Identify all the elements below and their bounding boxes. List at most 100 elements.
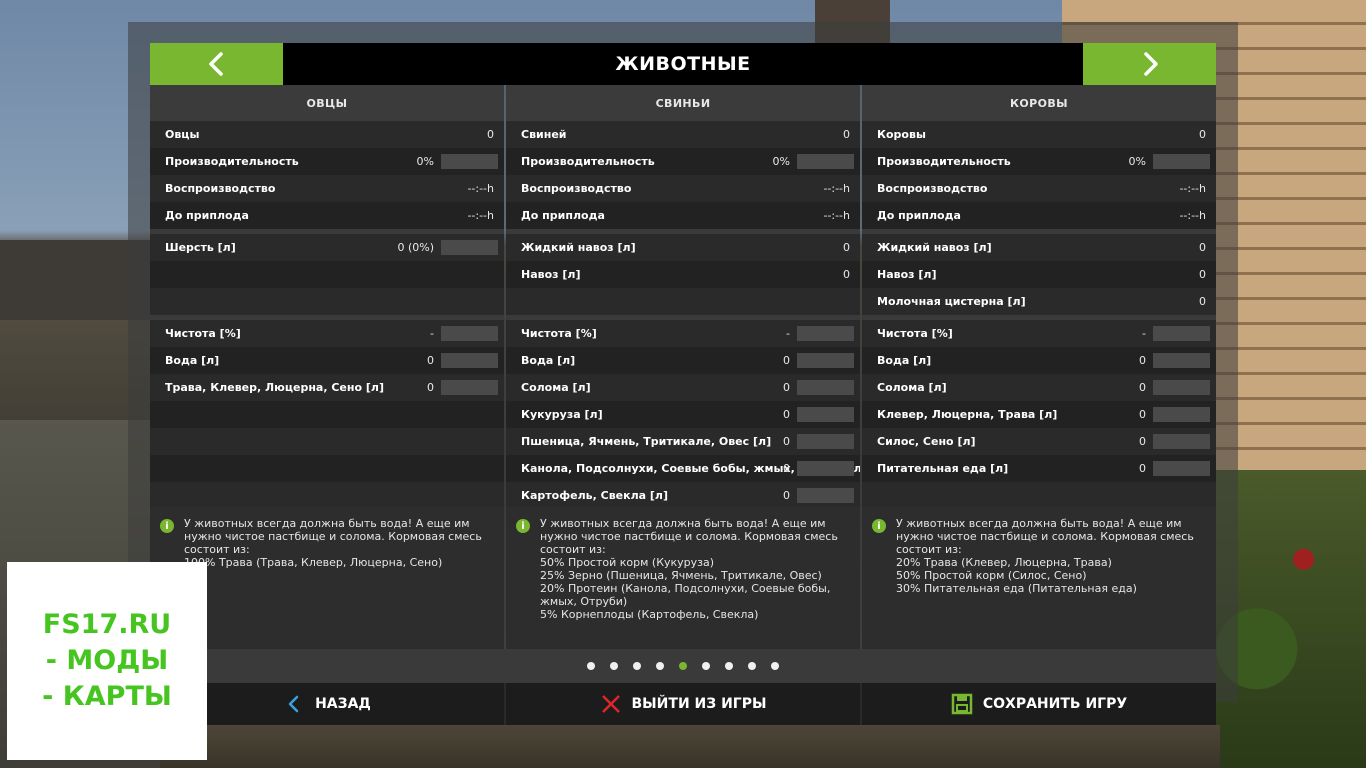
stat-label: Жидкий навоз [л] (877, 241, 992, 254)
stat-label: Жидкий навоз [л] (521, 241, 636, 254)
stat-row: Жидкий навоз [л] 0 (862, 234, 1216, 261)
stat-value: 0 (0%) (397, 241, 434, 254)
stat-row: Вода [л] 0 (506, 347, 860, 374)
stat-value: 0 (843, 268, 850, 281)
stat-label: Навоз [л] (877, 268, 937, 281)
stat-value: - (786, 327, 790, 340)
level-bar (1153, 407, 1210, 422)
column-header: КОРОВЫ (862, 85, 1216, 121)
level-bar (797, 326, 854, 341)
stat-row: Картофель, Свекла [л] 0 (506, 482, 860, 509)
level-bar (1153, 154, 1210, 169)
stat-value: 0 (1139, 354, 1146, 367)
save-icon (951, 693, 973, 715)
page-dot-active[interactable] (679, 662, 687, 670)
level-bar (441, 326, 498, 341)
stat-row: До приплода --:--h (506, 202, 860, 229)
page-dot[interactable] (771, 662, 779, 670)
stat-value: 0 (783, 408, 790, 421)
stat-row (150, 455, 504, 482)
level-bar (797, 488, 854, 503)
stat-row (150, 482, 504, 509)
stats-section: Чистота [%] - Вода [л] 0 Солома [л] 0 Клевер, … (862, 320, 1216, 509)
level-bar (441, 380, 498, 395)
page-title: ЖИВОТНЫЕ (615, 53, 751, 75)
stat-row: Солома [л] 0 (862, 374, 1216, 401)
stat-value: --:--h (1179, 209, 1206, 222)
feed-info-box: i У животных всегда должна быть вода! А е… (862, 507, 1216, 663)
stat-row: Солома [л] 0 (506, 374, 860, 401)
stat-value: 0 (1139, 462, 1146, 475)
stat-value: 0 (783, 354, 790, 367)
info-icon: i (160, 519, 174, 533)
page-dot[interactable] (702, 662, 710, 670)
watermark-line: - КАРТЫ (42, 681, 172, 712)
stat-row: Вода [л] 0 (150, 347, 504, 374)
level-bar (797, 461, 854, 476)
stat-row: Производительность 0% (150, 148, 504, 175)
stat-value: - (1142, 327, 1146, 340)
stat-value: 0 (487, 128, 494, 141)
stat-value: 0 (843, 128, 850, 141)
stat-label: Овцы (165, 128, 200, 141)
stat-value: 0 (1199, 268, 1206, 281)
level-bar (441, 240, 498, 255)
animal-column: СВИНЬИ Свиней 0 Производительность 0% Воспрои… (506, 85, 860, 663)
stat-row: Жидкий навоз [л] 0 (506, 234, 860, 261)
stat-label: Коровы (877, 128, 926, 141)
chevron-left-icon (208, 52, 223, 76)
page-dot[interactable] (748, 662, 756, 670)
save-game-label: СОХРАНИТЬ ИГРУ (982, 696, 1128, 712)
animal-columns: ОВЦЫ Овцы 0 Производительность 0% Воспроизвод… (150, 85, 1216, 663)
level-bar (1153, 326, 1210, 341)
stat-row: Шерсть [л] 0 (0%) (150, 234, 504, 261)
feed-info-box: i У животных всегда должна быть вода! А е… (506, 507, 860, 663)
stat-row: Питательная еда [л] 0 (862, 455, 1216, 482)
stat-label: Воспроизводство (521, 182, 632, 195)
stat-row: Вода [л] 0 (862, 347, 1216, 374)
stat-value: --:--h (823, 209, 850, 222)
feed-info-text: У животных всегда должна быть вода! А ещ… (184, 517, 482, 569)
stat-value: 0% (416, 155, 434, 168)
stat-value: --:--h (467, 209, 494, 222)
stats-section: Жидкий навоз [л] 0 Навоз [л] 0 (506, 234, 860, 315)
stats-section: Свиней 0 Производительность 0% Воспроизводст… (506, 121, 860, 229)
feed-info-text: У животных всегда должна быть вода! А ещ… (540, 517, 838, 621)
stat-label: Воспроизводство (165, 182, 276, 195)
stat-row: До приплода --:--h (150, 202, 504, 229)
back-button-label: НАЗАД (315, 696, 371, 712)
stat-label: До приплода (877, 209, 961, 222)
page-dot[interactable] (587, 662, 595, 670)
stat-value: 0 (1199, 241, 1206, 254)
watermark-line: - МОДЫ (45, 645, 169, 676)
page-dot[interactable] (610, 662, 618, 670)
level-bar (797, 353, 854, 368)
save-game-button[interactable]: СОХРАНИТЬ ИГРУ (862, 683, 1216, 725)
stat-row: Воспроизводство --:--h (506, 175, 860, 202)
stats-section: Овцы 0 Производительность 0% Воспроизводство… (150, 121, 504, 229)
stats-section: Шерсть [л] 0 (0%) (150, 234, 504, 315)
column-header: СВИНЬИ (506, 85, 860, 121)
stat-value: --:--h (1179, 182, 1206, 195)
stat-row: Трава, Клевер, Люцерна, Сено [л] 0 (150, 374, 504, 401)
stat-row: Производительность 0% (862, 148, 1216, 175)
stat-label: До приплода (165, 209, 249, 222)
stat-row: Пшеница, Ячмень, Тритикале, Овес [л] 0 (506, 428, 860, 455)
stat-row (150, 401, 504, 428)
stat-value: 0% (772, 155, 790, 168)
stat-value: 0 (427, 354, 434, 367)
level-bar (797, 407, 854, 422)
next-page-button[interactable] (1083, 43, 1216, 85)
stat-row (862, 482, 1216, 509)
stat-value: 0 (1139, 408, 1146, 421)
stat-value: --:--h (467, 182, 494, 195)
exit-game-button[interactable]: ВЫЙТИ ИЗ ИГРЫ (506, 683, 862, 725)
page-dot[interactable] (656, 662, 664, 670)
prev-page-button[interactable] (150, 43, 283, 85)
stats-section: Чистота [%] - Вода [л] 0 Трава, Клевер, Люце… (150, 320, 504, 509)
background-dirt (160, 725, 1220, 768)
stat-row: Молочная цистерна [л] 0 (862, 288, 1216, 315)
page-dot[interactable] (633, 662, 641, 670)
page-dot[interactable] (725, 662, 733, 670)
stat-row: Канола, Подсолнухи, Соевые бобы, жмых, О… (506, 455, 860, 482)
